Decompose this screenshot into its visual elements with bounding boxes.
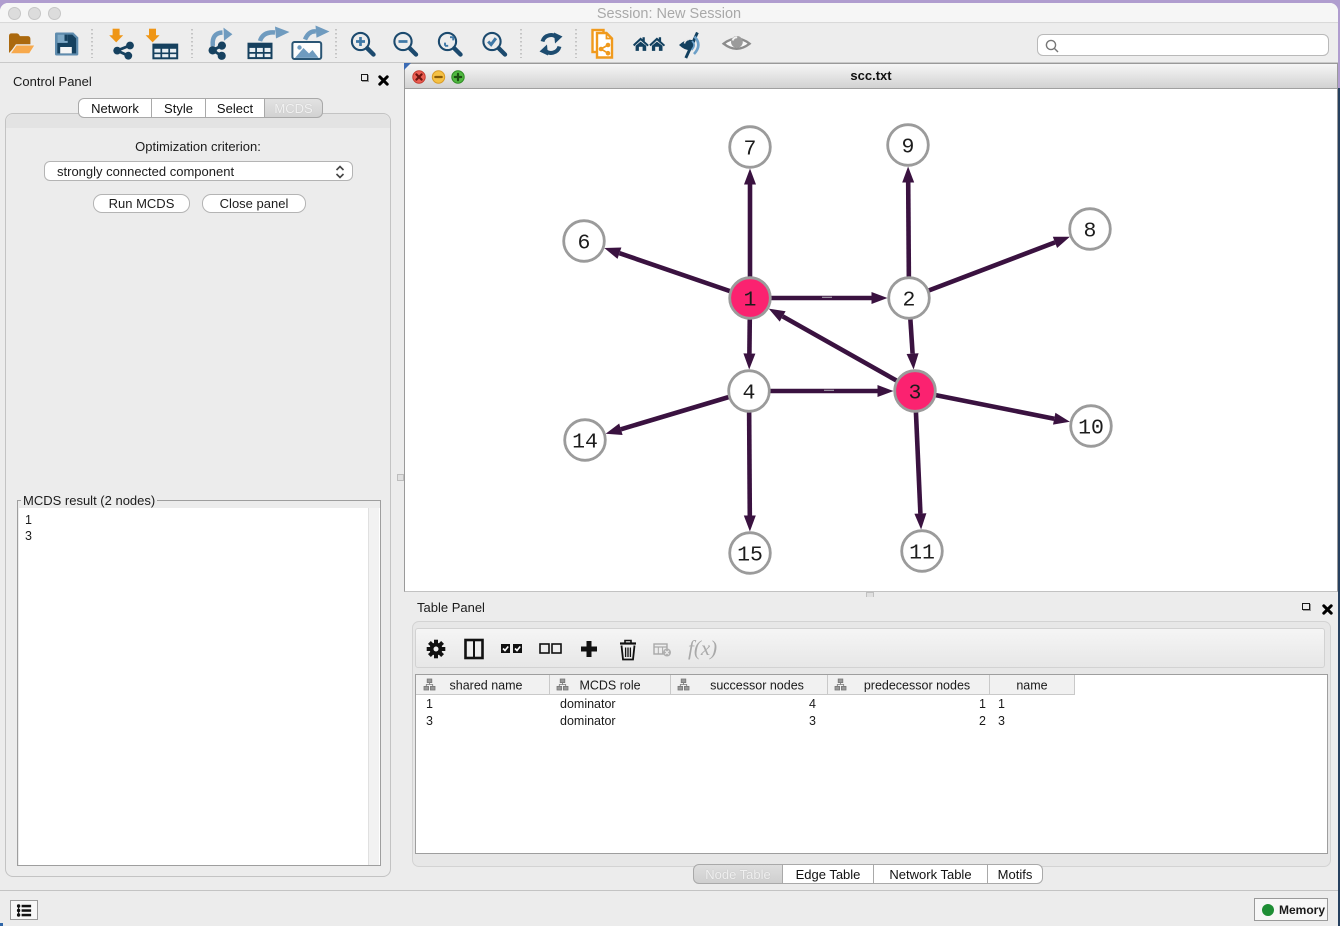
- svg-text:15: 15: [737, 544, 763, 568]
- svg-text:1: 1: [744, 289, 757, 313]
- svg-text:6: 6: [578, 232, 591, 256]
- svg-text:4: 4: [743, 382, 756, 406]
- svg-text:f(x): f(x): [688, 636, 717, 660]
- svg-text:3: 3: [909, 382, 922, 406]
- svg-text:14: 14: [572, 431, 598, 455]
- svg-text:MCDS role: MCDS role: [579, 679, 640, 693]
- svg-text:11: 11: [909, 542, 935, 566]
- svg-text:10: 10: [1078, 417, 1104, 441]
- svg-text:name: name: [1016, 679, 1047, 693]
- svg-text:predecessor nodes: predecessor nodes: [864, 679, 970, 693]
- svg-text:2: 2: [903, 289, 916, 313]
- svg-text:shared name: shared name: [450, 679, 523, 693]
- svg-text:successor nodes: successor nodes: [710, 679, 804, 693]
- svg-text:7: 7: [744, 138, 757, 162]
- svg-text:9: 9: [902, 136, 915, 160]
- svg-text:8: 8: [1084, 220, 1097, 244]
